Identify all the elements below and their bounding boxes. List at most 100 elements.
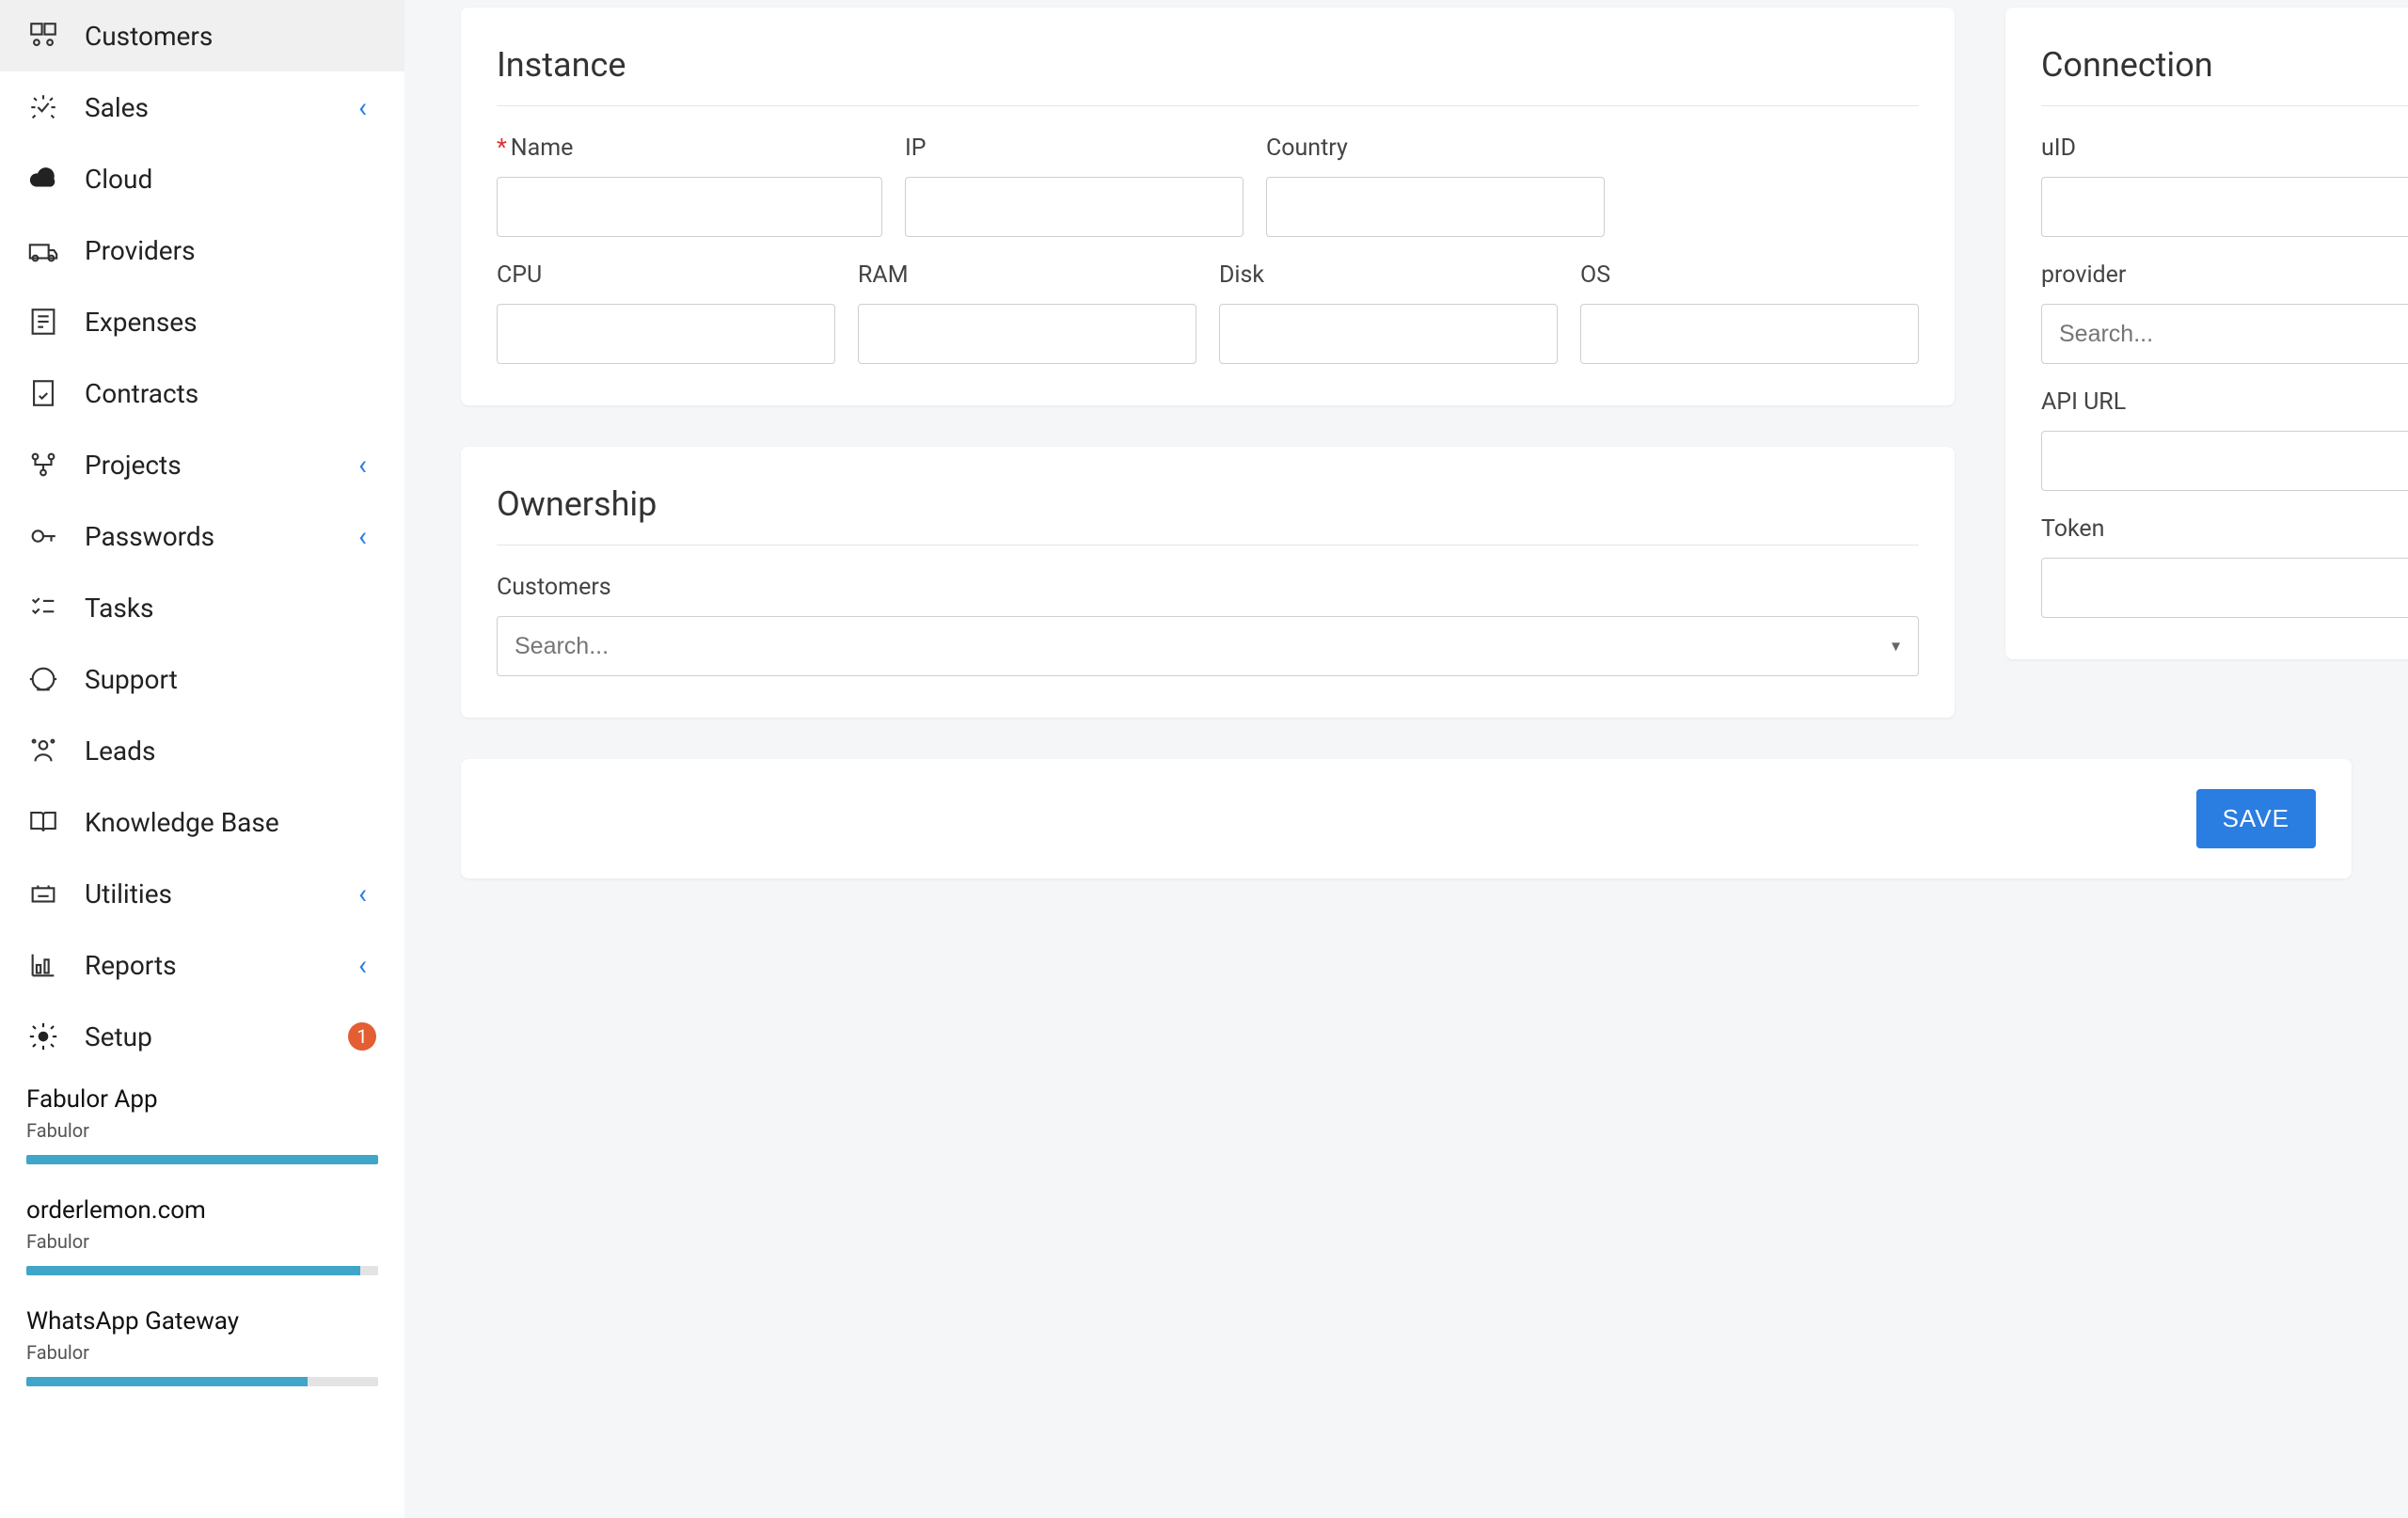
- sidebar-item-passwords[interactable]: Passwords‹: [0, 500, 404, 572]
- sidebar-item-cloud[interactable]: Cloud: [0, 143, 404, 214]
- project-block[interactable]: WhatsApp Gateway Fabulor: [0, 1294, 404, 1386]
- sidebar-item-label: Customers: [85, 21, 376, 52]
- label-uid: uID: [2041, 134, 2408, 162]
- input-cpu[interactable]: [497, 304, 835, 364]
- chevron-left-icon: ‹: [358, 520, 367, 553]
- sidebar-item-label: Cloud: [85, 164, 376, 195]
- sidebar-item-label: Reports: [85, 950, 358, 981]
- save-bar: SAVE: [461, 759, 2352, 878]
- main-content: Instance *Name IP Country: [404, 0, 2408, 1518]
- input-ram[interactable]: [858, 304, 1196, 364]
- progress-fill: [26, 1377, 308, 1386]
- sidebar-item-setup[interactable]: Setup 1: [0, 1001, 404, 1072]
- card-connection-title: Connection: [2041, 45, 2408, 85]
- divider: [497, 545, 1919, 546]
- sidebar-item-label: Tasks: [85, 593, 376, 624]
- project-title: Fabulor App: [26, 1085, 378, 1114]
- contracts-icon: [26, 376, 60, 410]
- divider: [2041, 105, 2408, 106]
- expenses-icon: [26, 305, 60, 339]
- progress-fill: [26, 1155, 378, 1164]
- sidebar: Customers Sales‹ Cloud Providers Expenses Con…: [0, 0, 404, 1518]
- label-country: Country: [1266, 134, 1605, 162]
- projects-icon: [26, 448, 60, 482]
- sidebar-badge: 1: [348, 1022, 376, 1051]
- sidebar-item-projects[interactable]: Projects‹: [0, 429, 404, 500]
- sidebar-item-reports[interactable]: Reports‹: [0, 929, 404, 1001]
- chevron-left-icon: ‹: [358, 949, 367, 982]
- card-ownership-title: Ownership: [497, 484, 1919, 524]
- progress-bar: [26, 1266, 378, 1275]
- project-block[interactable]: Fabulor App Fabulor: [0, 1072, 404, 1164]
- sidebar-item-label: Leads: [85, 735, 376, 767]
- sidebar-item-leads[interactable]: Leads: [0, 715, 404, 786]
- chevron-left-icon: ‹: [358, 449, 367, 482]
- sidebar-item-label: Knowledge Base: [85, 807, 376, 838]
- input-name[interactable]: [497, 177, 882, 237]
- sales-icon: [26, 90, 60, 124]
- providers-icon: [26, 233, 60, 267]
- label-cpu: CPU: [497, 261, 835, 289]
- project-title: orderlemon.com: [26, 1196, 378, 1225]
- project-title: WhatsApp Gateway: [26, 1307, 378, 1336]
- select-provider[interactable]: [2041, 304, 2408, 364]
- input-os[interactable]: [1580, 304, 1919, 364]
- input-token[interactable]: [2041, 558, 2408, 618]
- label-provider: provider: [2041, 261, 2408, 289]
- card-ownership: Ownership Customers ▾: [461, 447, 1955, 718]
- leads-icon: [26, 734, 60, 767]
- sidebar-item-providers[interactable]: Providers: [0, 214, 404, 286]
- card-instance: Instance *Name IP Country: [461, 8, 1955, 405]
- project-sub: Fabulor: [26, 1341, 378, 1364]
- sidebar-item-label: Utilities: [85, 878, 358, 909]
- cloud-icon: [26, 162, 60, 196]
- label-customers: Customers: [497, 574, 1919, 601]
- project-block[interactable]: orderlemon.com Fabulor: [0, 1183, 404, 1275]
- label-token: Token: [2041, 515, 2408, 543]
- input-api-url[interactable]: [2041, 431, 2408, 491]
- progress-bar: [26, 1377, 378, 1386]
- sidebar-item-support[interactable]: Support: [0, 643, 404, 715]
- sidebar-item-label: Expenses: [85, 307, 376, 338]
- sidebar-item-tasks[interactable]: Tasks: [0, 572, 404, 643]
- reports-icon: [26, 948, 60, 982]
- project-sub: Fabulor: [26, 1230, 378, 1253]
- card-instance-title: Instance: [497, 45, 1919, 85]
- sidebar-item-label: Contracts: [85, 378, 376, 409]
- divider: [497, 105, 1919, 106]
- sidebar-item-customers[interactable]: Customers: [0, 0, 404, 71]
- support-icon: [26, 662, 60, 696]
- label-api-url: API URL: [2041, 388, 2408, 416]
- input-country[interactable]: [1266, 177, 1605, 237]
- sidebar-item-utilities[interactable]: Utilities‹: [0, 858, 404, 929]
- sidebar-item-knowledge-base[interactable]: Knowledge Base: [0, 786, 404, 858]
- input-ip[interactable]: [905, 177, 1244, 237]
- utilities-icon: [26, 877, 60, 910]
- sidebar-item-label: Passwords: [85, 521, 358, 552]
- project-sub: Fabulor: [26, 1119, 378, 1142]
- knowledge-icon: [26, 805, 60, 839]
- chevron-left-icon: ‹: [358, 878, 367, 910]
- select-customers[interactable]: [497, 616, 1919, 676]
- sidebar-item-label: Setup: [85, 1021, 335, 1052]
- sidebar-item-label: Providers: [85, 235, 376, 266]
- sidebar-item-sales[interactable]: Sales‹: [0, 71, 404, 143]
- chevron-left-icon: ‹: [358, 91, 367, 124]
- customers-icon: [26, 19, 60, 53]
- label-ram: RAM: [858, 261, 1196, 289]
- sidebar-item-label: Support: [85, 664, 376, 695]
- setup-icon: [26, 1020, 60, 1053]
- label-disk: Disk: [1219, 261, 1558, 289]
- card-connection: Connection uID provider: [2005, 8, 2408, 659]
- save-button[interactable]: SAVE: [2196, 789, 2316, 848]
- label-ip: IP: [905, 134, 1244, 162]
- input-disk[interactable]: [1219, 304, 1558, 364]
- sidebar-item-contracts[interactable]: Contracts: [0, 357, 404, 429]
- sidebar-item-label: Projects: [85, 450, 358, 481]
- sidebar-item-expenses[interactable]: Expenses: [0, 286, 404, 357]
- progress-bar: [26, 1155, 378, 1164]
- input-uid[interactable]: [2041, 177, 2408, 237]
- progress-fill: [26, 1266, 360, 1275]
- tasks-icon: [26, 591, 60, 625]
- label-os: OS: [1580, 261, 1919, 289]
